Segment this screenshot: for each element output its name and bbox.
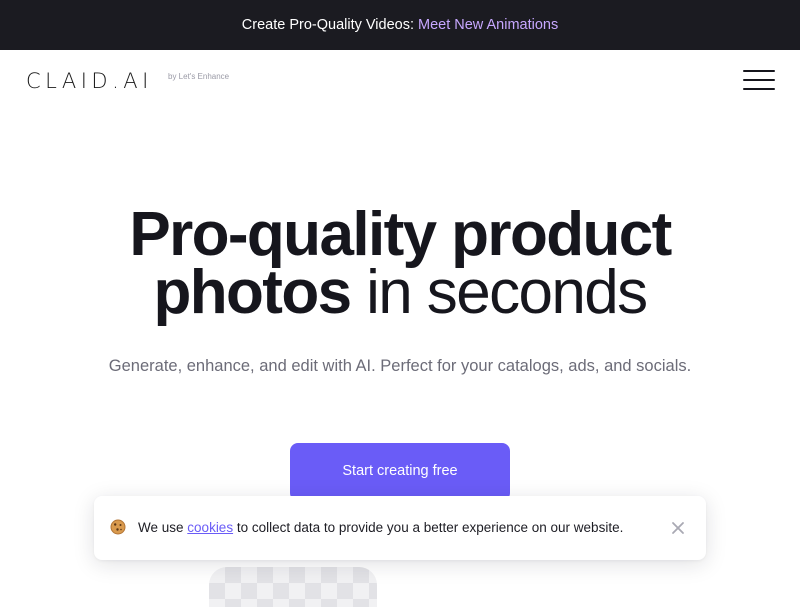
announcement-text: Create Pro-Quality Videos: bbox=[241, 17, 414, 33]
cookie-text-after: to collect data to provide you a better … bbox=[236, 520, 624, 535]
cookie-banner: We use cookies to collect data to provid… bbox=[94, 496, 706, 560]
hamburger-menu-icon[interactable] bbox=[743, 70, 775, 90]
transparent-image-preview bbox=[209, 567, 377, 607]
hero-title-bold-word: photos bbox=[153, 258, 352, 327]
cookie-text-before: We use bbox=[138, 520, 184, 535]
start-creating-label: Start creating free bbox=[342, 463, 458, 479]
cookie-message: We use cookies to collect data to provid… bbox=[138, 520, 623, 535]
cookie-icon bbox=[110, 519, 126, 535]
logo-tagline: by Let's Enhance bbox=[168, 72, 230, 81]
cookies-link[interactable]: cookies bbox=[187, 520, 233, 535]
announcement-link[interactable]: Meet New Animations bbox=[418, 17, 558, 33]
hero-subtitle: Generate, enhance, and edit with AI. Per… bbox=[108, 357, 692, 375]
site-header: CLAID.AI by Let's Enhance bbox=[0, 50, 800, 112]
claid-logo[interactable]: CLAID.AI bbox=[26, 69, 153, 93]
close-icon[interactable] bbox=[671, 521, 685, 535]
start-creating-button[interactable]: Start creating free bbox=[290, 443, 510, 501]
announcement-bar: Create Pro-Quality Videos: Meet New Anim… bbox=[0, 0, 800, 50]
hero-title: Pro-quality product photos in seconds bbox=[0, 204, 800, 324]
hero-title-light-phrase: in seconds bbox=[366, 258, 648, 327]
